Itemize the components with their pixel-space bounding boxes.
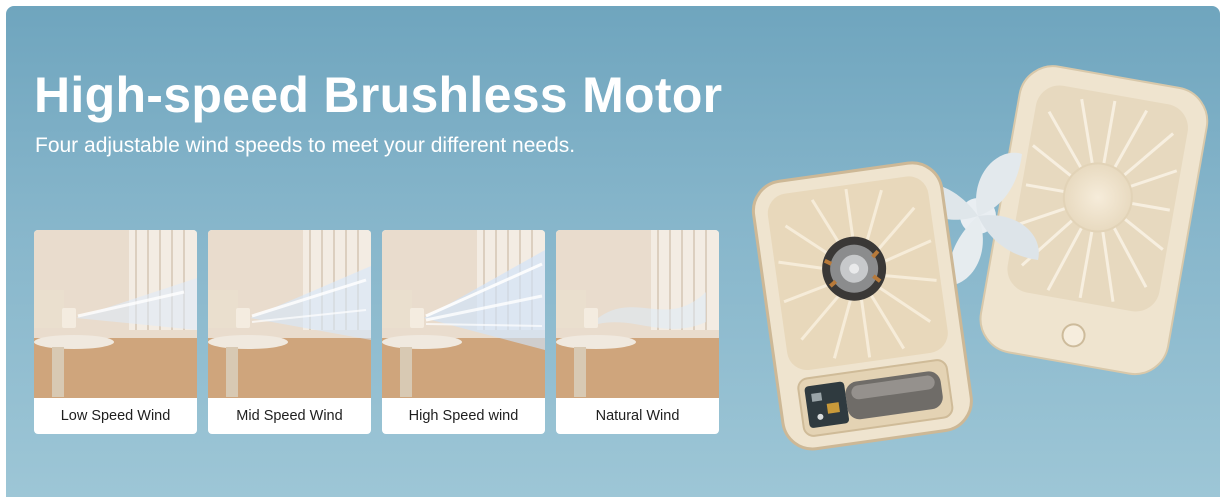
subheadline: Four adjustable wind speeds to meet your… [35, 134, 576, 157]
card-label: High Speed wind [408, 408, 519, 424]
circuit-board [804, 381, 850, 428]
room-scene-image [382, 230, 545, 398]
room-scene-image [556, 230, 719, 398]
wind-mode-card-high: High Speed wind [382, 230, 545, 434]
fan-exploded-view-illustration [751, 65, 1209, 451]
card-label: Low Speed Wind [60, 408, 171, 424]
card-label: Mid Speed Wind [236, 408, 343, 424]
wind-mode-card-mid: Mid Speed Wind [208, 230, 371, 434]
hero-banner: High-speed Brushless Motor Four adjustab… [6, 6, 1220, 497]
headline: High-speed Brushless Motor [34, 67, 723, 123]
wind-mode-card-low: Low Speed Wind [34, 230, 197, 434]
room-scene-image [208, 230, 371, 398]
card-label: Natural Wind [595, 408, 680, 424]
fan-front-frame [751, 161, 973, 451]
room-scene-image [34, 230, 197, 398]
wind-mode-card-natural: Natural Wind [556, 230, 719, 434]
